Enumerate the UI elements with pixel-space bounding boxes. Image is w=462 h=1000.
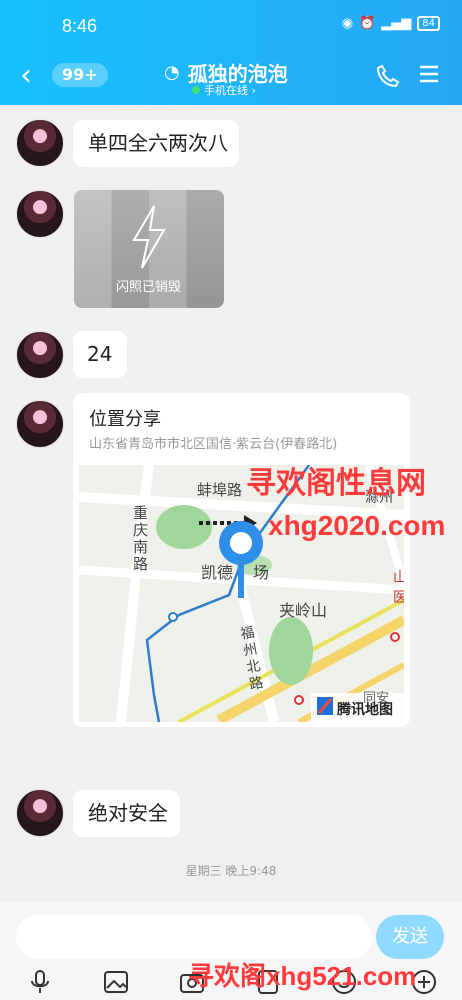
online-text: 手机在线 › bbox=[204, 84, 256, 97]
back-icon[interactable]: ‹ bbox=[20, 61, 32, 91]
send-button[interactable]: 发送 bbox=[376, 915, 444, 959]
message-bubble: 单四全六两次八 bbox=[73, 120, 239, 167]
message-text: 单四全六两次八 bbox=[88, 131, 228, 155]
map-label: 夹岭山 bbox=[279, 601, 328, 620]
message-input[interactable] bbox=[16, 915, 372, 959]
lightning-icon bbox=[132, 205, 166, 269]
location-title: 位置分享 bbox=[89, 409, 161, 430]
watermark: 寻欢阁xhg521.com bbox=[188, 961, 417, 991]
avatar[interactable] bbox=[16, 400, 64, 448]
status-icons: ◉ ⏰ ▂▄▆ 84 bbox=[342, 16, 440, 31]
flash-image-message[interactable]: 闪照已销毁 bbox=[74, 190, 224, 308]
map-label: 山 bbox=[393, 570, 404, 586]
map-label: 重庆南路 bbox=[133, 504, 149, 573]
microphone-icon[interactable] bbox=[26, 968, 54, 996]
map-provider-label: 腾讯地图 bbox=[337, 702, 393, 718]
alarm-icon: ⏰ bbox=[359, 16, 376, 31]
avatar[interactable] bbox=[16, 190, 64, 238]
map-label: 蚌埠路 bbox=[197, 481, 243, 499]
map-preview[interactable]: 重庆南路 蚌埠路 凯德 场 夹岭山 福州北路 滁州 山 医 同安 腾讯地图 bbox=[79, 465, 404, 722]
phone-icon[interactable] bbox=[376, 64, 400, 88]
message-bubble: 绝对安全 bbox=[73, 790, 180, 837]
signal-icon: ▂▄▆ bbox=[381, 16, 412, 31]
message-text: 绝对安全 bbox=[88, 801, 168, 825]
ear-icon: ◔ bbox=[164, 62, 180, 83]
watermark: xhg2020.com bbox=[268, 510, 446, 541]
map-graphic bbox=[79, 465, 404, 722]
map-label: 凯德 bbox=[201, 563, 234, 582]
menu-icon[interactable] bbox=[418, 63, 440, 85]
message-text: 24 bbox=[87, 342, 113, 366]
nav-bar: ‹ 99+ ◔ 孤独的泡泡 手机在线 › bbox=[0, 52, 462, 105]
location-share-card[interactable]: 位置分享 山东省青岛市市北区国信·紫云台(伊春路北) 重庆南路 蚌埠路 凯德 场… bbox=[73, 393, 410, 727]
online-dot bbox=[192, 86, 200, 94]
date-separator: 星期三 晚上9:48 bbox=[185, 864, 277, 878]
eye-icon: ◉ bbox=[341, 16, 354, 31]
map-label: 医 bbox=[393, 590, 404, 606]
unread-badge[interactable]: 99+ bbox=[52, 63, 108, 87]
chat-header: 8:46 ◉ ⏰ ▂▄▆ 84 ‹ 99+ ◔ 孤独的泡泡 手机在线 › bbox=[0, 0, 462, 105]
status-bar: 8:46 ◉ ⏰ ▂▄▆ 84 bbox=[0, 0, 462, 52]
avatar[interactable] bbox=[16, 331, 64, 379]
watermark: 寻欢阁性息网 bbox=[246, 467, 426, 500]
avatar[interactable] bbox=[16, 789, 64, 837]
message-bubble: 24 bbox=[73, 331, 127, 378]
avatar[interactable] bbox=[16, 119, 64, 167]
battery-icon: 84 bbox=[417, 16, 440, 31]
image-icon[interactable] bbox=[102, 968, 130, 996]
location-address: 山东省青岛市市北区国信·紫云台(伊春路北) bbox=[89, 437, 338, 452]
map-label: 场 bbox=[253, 563, 270, 582]
online-status: 手机在线 › bbox=[192, 82, 256, 98]
flash-image-label: 闪照已销毁 bbox=[116, 280, 182, 295]
status-time: 8:46 bbox=[62, 16, 98, 36]
